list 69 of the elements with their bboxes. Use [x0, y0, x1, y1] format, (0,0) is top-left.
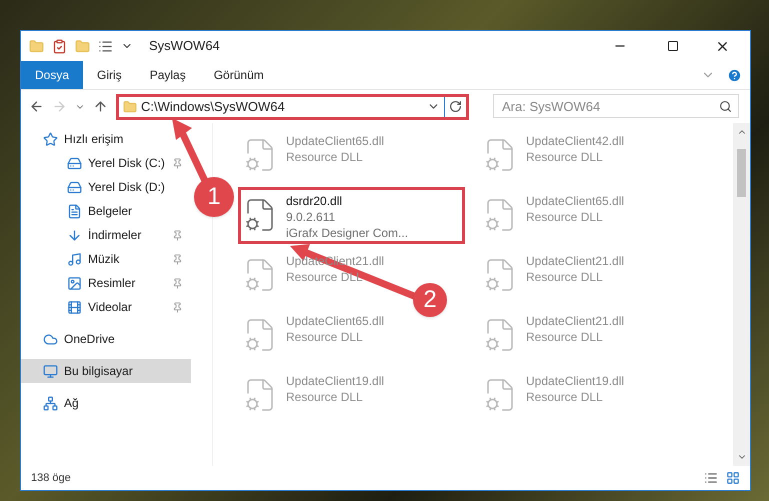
pin-icon[interactable]: [172, 230, 183, 240]
up-icon[interactable]: [93, 99, 108, 114]
file-detail: Resource DLL: [286, 269, 364, 285]
monitor-icon: [43, 364, 58, 378]
maximize-icon[interactable]: [667, 40, 679, 52]
tiles-view-icon[interactable]: [726, 471, 740, 485]
file-name: UpdateClient19.dll: [526, 373, 624, 389]
file-name: UpdateClient65.dll: [286, 313, 384, 329]
file-detail: Resource DLL: [286, 389, 364, 405]
sidebar-item[interactable]: Resimler: [21, 271, 191, 295]
file-detail: Resource DLL: [286, 329, 364, 345]
file-detail: Resource DLL: [286, 149, 364, 165]
view-icon[interactable]: [98, 38, 113, 54]
sidebar-item[interactable]: İndirmeler: [21, 223, 191, 247]
refresh-icon[interactable]: [449, 100, 462, 113]
file-name: UpdateClient19.dll: [286, 373, 384, 389]
file-name: dsrdr20.dll: [286, 193, 344, 209]
sidebar-item[interactable]: OneDrive: [21, 327, 191, 351]
file-detail: iGrafx Designer Com...: [286, 225, 408, 241]
ribbon-tab[interactable]: Giriş: [83, 61, 136, 89]
ribbon-tab[interactable]: Görünüm: [200, 61, 278, 89]
ribbon-tab[interactable]: Paylaş: [136, 61, 200, 89]
pin-icon[interactable]: [172, 278, 183, 288]
document-icon: [67, 204, 82, 218]
details-view-icon[interactable]: [704, 471, 718, 485]
file-detail: Resource DLL: [526, 209, 604, 225]
drive-icon: [67, 180, 82, 194]
search-field[interactable]: Ara: SysWOW64: [493, 94, 739, 118]
back-icon[interactable]: [29, 99, 44, 114]
folder-icon: [123, 100, 137, 114]
item-count: 138 öge: [31, 470, 72, 486]
properties-icon[interactable]: [52, 38, 67, 54]
sidebar-item[interactable]: Yerel Disk (C:): [21, 151, 191, 175]
help-icon[interactable]: [727, 68, 742, 82]
pin-icon[interactable]: [172, 254, 183, 264]
address-field[interactable]: C:\Windows\SysWOW64: [116, 94, 469, 120]
file-name: UpdateClient42.dll: [526, 133, 624, 149]
sidebar-item[interactable]: Hızlı erişim: [21, 127, 191, 151]
sidebar-item[interactable]: Bu bilgisayar: [21, 359, 191, 383]
file-detail: Resource DLL: [526, 149, 604, 165]
file-item[interactable]: dsrdr20.dll 9.0.2.611 iGrafx Designer Com...: [238, 187, 465, 244]
cloud-icon: [43, 332, 58, 346]
picture-icon: [67, 276, 82, 290]
film-icon: [67, 300, 82, 314]
download-icon: [67, 228, 82, 242]
sidebar-item[interactable]: Ağ: [21, 391, 191, 415]
sidebar-item[interactable]: Videolar: [21, 295, 191, 319]
file-detail: 9.0.2.611: [286, 209, 336, 225]
search-icon: [719, 100, 732, 114]
file-detail: Resource DLL: [526, 329, 604, 345]
pin-icon[interactable]: [172, 302, 183, 312]
sidebar-item[interactable]: Belgeler: [21, 199, 191, 223]
file-name: UpdateClient65.dll: [286, 133, 384, 149]
drive-icon: [67, 156, 82, 170]
sidebar-item[interactable]: Yerel Disk (D:): [21, 175, 191, 199]
pin-icon[interactable]: [172, 158, 183, 168]
file-name: UpdateClient21.dll: [526, 253, 624, 269]
music-icon: [67, 252, 82, 266]
scrollbar[interactable]: [733, 123, 750, 466]
network-icon: [43, 396, 58, 410]
star-icon: [43, 132, 58, 146]
sidebar-item[interactable]: Müzik: [21, 247, 191, 271]
window-title: SysWOW64: [149, 37, 221, 56]
file-name: UpdateClient21.dll: [526, 313, 624, 329]
file-name: UpdateClient65.dll: [526, 193, 624, 209]
file-detail: Resource DLL: [526, 389, 604, 405]
file-detail: Resource DLL: [526, 269, 604, 285]
ribbon-tab[interactable]: Dosya: [21, 61, 84, 89]
scrollbar-thumb[interactable]: [737, 149, 746, 197]
